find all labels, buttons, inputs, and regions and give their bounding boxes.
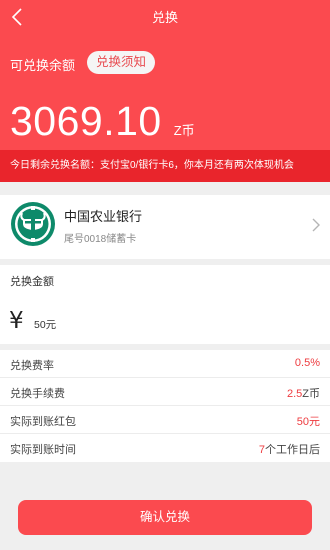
balance-value: 3069.10 xyxy=(10,98,162,144)
balance-row: 3069.10 Z币 xyxy=(10,98,195,144)
amount-label: 兑换金额 xyxy=(10,276,54,288)
amount-section: 兑换金额 ¥ 50元 xyxy=(0,265,330,344)
detail-value-number: 50元 xyxy=(296,416,320,428)
detail-value: 7个工作日后 xyxy=(259,441,320,457)
header: 兑换 可兑换余额 兑换须知 3069.10 Z币 今日剩余兑换名额：支付宝0/银… xyxy=(0,0,330,182)
detail-value-number: 0.5 xyxy=(294,357,311,369)
detail-row-fee: 兑换手续费 2.5Z币 xyxy=(0,378,330,406)
confirm-exchange-button[interactable]: 确认兑换 xyxy=(18,500,312,535)
currency-symbol: ¥ xyxy=(9,308,24,334)
detail-row-fee-rate: 兑换费率 0.5% xyxy=(0,350,330,378)
quota-info-bar: 今日剩余兑换名额：支付宝0/银行卡6，你本月还有两次体现机会 xyxy=(0,150,330,182)
detail-label: 实际到账时间 xyxy=(10,444,76,456)
detail-label: 兑换费率 xyxy=(10,360,54,372)
nav-bar: 兑换 xyxy=(0,0,330,34)
detail-value-number: 2.5 xyxy=(286,388,303,400)
detail-label: 实际到账红包 xyxy=(10,416,76,428)
detail-list: 兑换费率 0.5% 兑换手续费 2.5Z币 实际到账红包 50元 实际到账时间 … xyxy=(0,350,330,462)
bank-card-number: 尾号0018储蓄卡 xyxy=(64,234,137,245)
agricultural-bank-logo-icon xyxy=(11,202,55,246)
detail-value-unit: % xyxy=(310,357,320,369)
bank-name: 中国农业银行 xyxy=(64,209,143,224)
detail-value: 0.5% xyxy=(295,357,320,369)
detail-value-unit: 个工作日后 xyxy=(265,444,320,456)
detail-row-arrival-time: 实际到账时间 7个工作日后 xyxy=(0,434,330,462)
exchange-notice-button[interactable]: 兑换须知 xyxy=(87,51,156,74)
chevron-right-icon xyxy=(312,218,320,232)
bank-card-selector[interactable]: 中国农业银行 尾号0018储蓄卡 xyxy=(0,195,330,259)
page-title: 兑换 xyxy=(151,10,178,25)
balance-label: 可兑换余额 xyxy=(10,58,76,73)
amount-input[interactable]: 50元 xyxy=(34,317,56,332)
detail-row-actual-amount: 实际到账红包 50元 xyxy=(0,406,330,434)
balance-unit: Z币 xyxy=(173,123,195,138)
detail-value: 2.5Z币 xyxy=(287,385,320,401)
detail-label: 兑换手续费 xyxy=(10,388,65,400)
detail-value: 50元 xyxy=(297,413,320,429)
detail-value-unit: Z币 xyxy=(302,388,320,400)
